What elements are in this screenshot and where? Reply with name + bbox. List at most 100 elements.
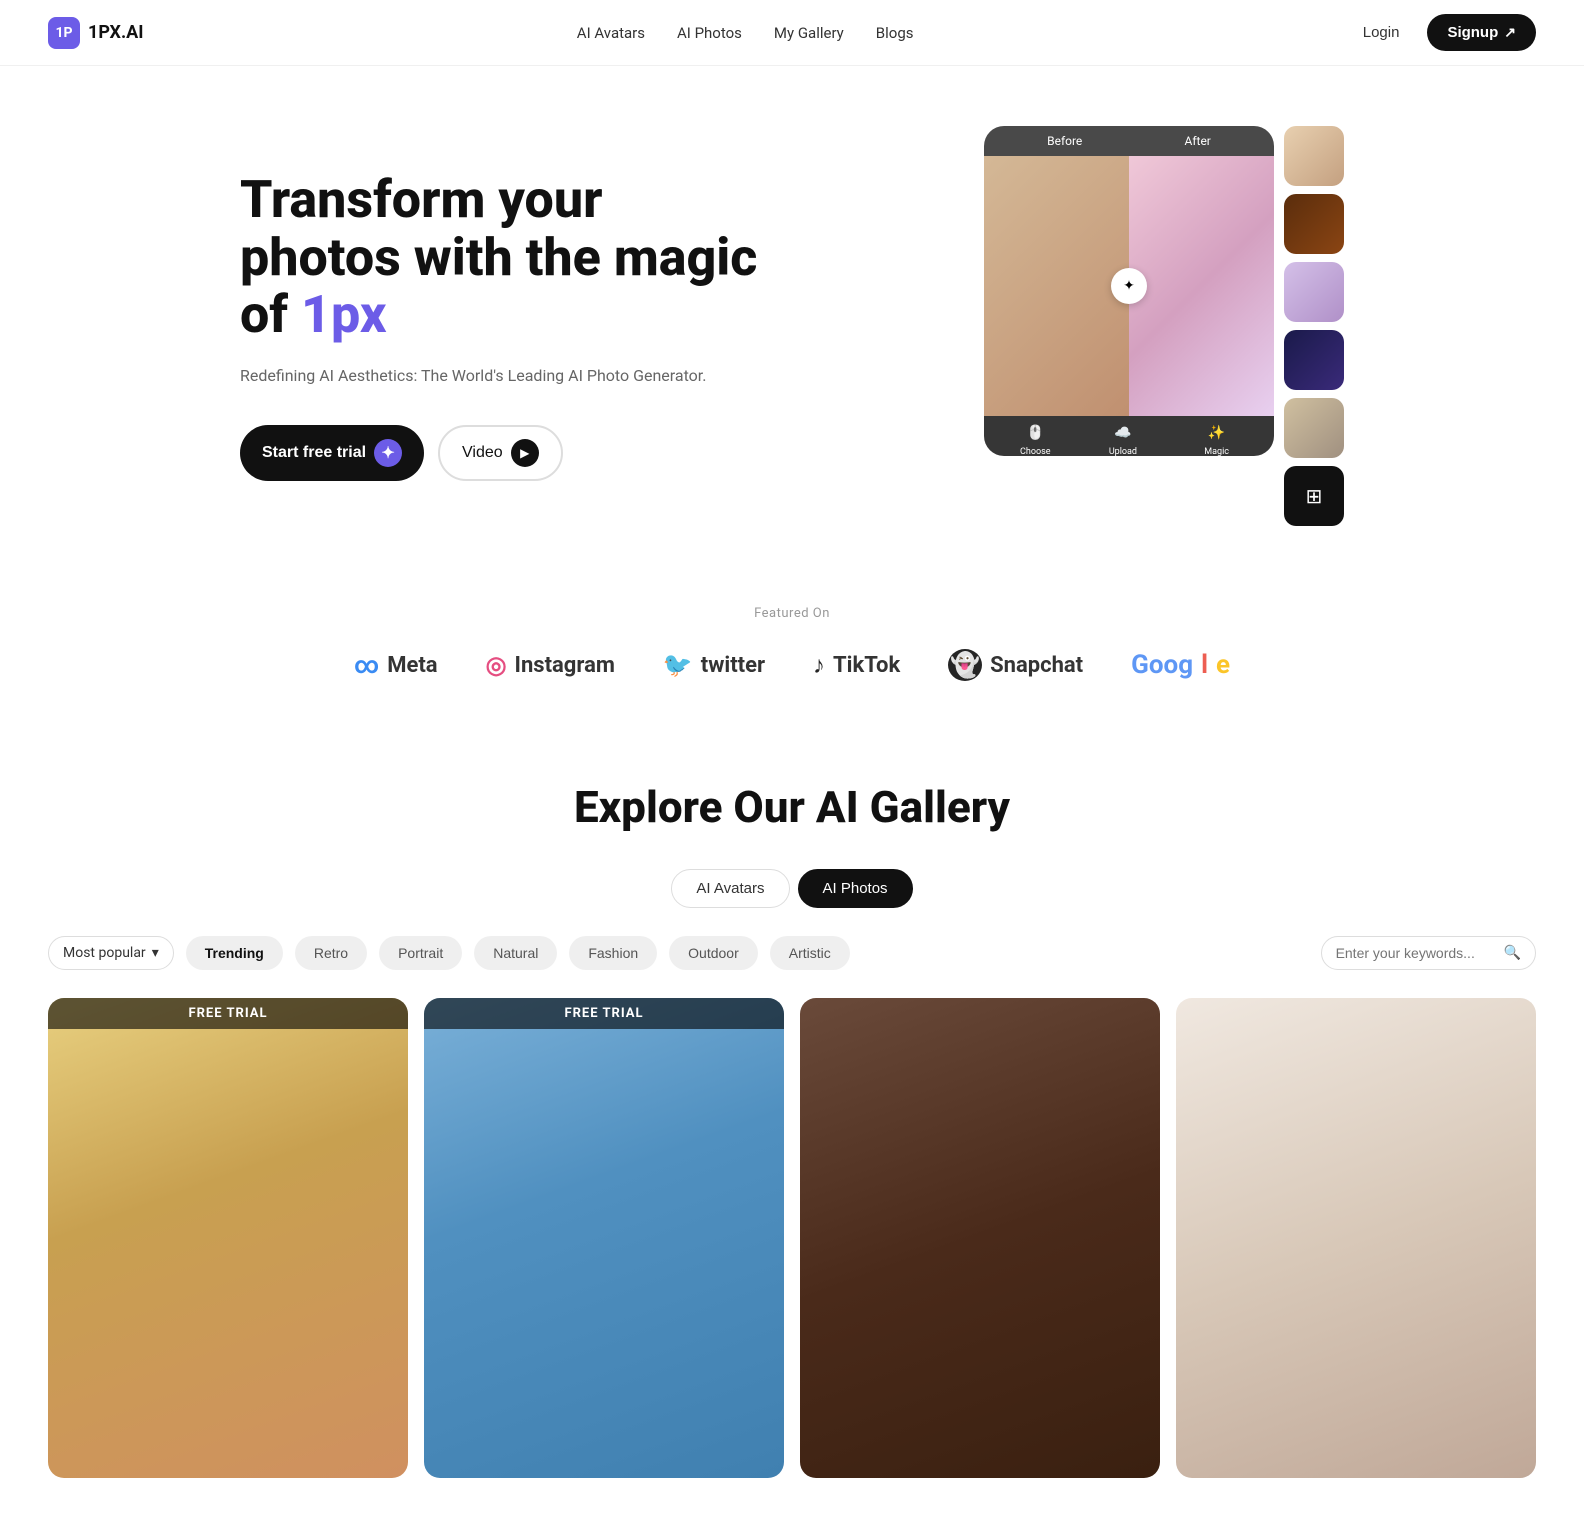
before-label: Before: [1047, 134, 1082, 148]
step-upload-photo: ☁️ Uploadyour photo: [1102, 424, 1145, 456]
split-left: [984, 156, 1129, 416]
brand-logos: ∞ Meta ◎ Instagram 🐦 twitter ♪ TikTok 👻 …: [48, 649, 1536, 681]
hero-main-card: Before After ✦ 🖱️ Choosea theme ☁️ Uploa…: [984, 126, 1274, 456]
gallery-tabs: AI Avatars AI Photos: [48, 869, 1536, 908]
steps-bar: 🖱️ Choosea theme ☁️ Uploadyour photo ✨ M…: [984, 416, 1274, 456]
meta-label: Meta: [387, 653, 437, 678]
free-trial-badge-2: FREE TRIAL: [424, 998, 784, 1029]
theme-icon: 🖱️: [1019, 424, 1051, 444]
filter-artistic[interactable]: Artistic: [770, 936, 850, 970]
video-button[interactable]: Video ▶: [438, 425, 563, 481]
thumbnail-4[interactable]: [1284, 330, 1344, 390]
brand-tiktok: ♪ TikTok: [813, 651, 900, 680]
gallery-section: Explore Our AI Gallery AI Avatars AI Pho…: [0, 721, 1584, 1518]
brand-twitter: 🐦 twitter: [663, 651, 765, 679]
search-input[interactable]: [1336, 945, 1496, 961]
start-free-trial-button[interactable]: Start free trial ✦: [240, 425, 424, 481]
signup-arrow-icon: ↗: [1504, 24, 1516, 41]
brand-snapchat: 👻 Snapchat: [948, 649, 1083, 681]
navbar: 1P 1PX.AI AI Avatars AI Photos My Galler…: [0, 0, 1584, 66]
gallery-search[interactable]: 🔍: [1321, 936, 1536, 970]
hero-title-highlight: 1px: [301, 284, 387, 345]
gallery-grid: FREE TRIAL FREE TRIAL: [48, 998, 1536, 1478]
thumbnail-1[interactable]: [1284, 126, 1344, 186]
nav-link-gallery[interactable]: My Gallery: [774, 24, 844, 42]
snapchat-label: Snapchat: [990, 653, 1083, 678]
gallery-title: Explore Our AI Gallery: [48, 781, 1536, 833]
hero-section: Transform your photos with the magic of …: [192, 66, 1392, 566]
instagram-label: Instagram: [515, 653, 615, 678]
filter-trending[interactable]: Trending: [186, 936, 283, 970]
split-right: [1129, 156, 1274, 416]
google-label-3: e: [1216, 650, 1230, 680]
magic-button[interactable]: ✦: [1111, 268, 1147, 304]
step-choose-theme: 🖱️ Choosea theme: [1019, 424, 1051, 456]
filter-fashion[interactable]: Fashion: [569, 936, 657, 970]
magic-icon: ✨: [1194, 424, 1239, 444]
nav-links: AI Avatars AI Photos My Gallery Blogs: [577, 24, 914, 42]
play-icon: ▶: [511, 439, 539, 467]
signup-label: Signup: [1447, 24, 1498, 41]
hero-visual: Before After ✦ 🖱️ Choosea theme ☁️ Uploa…: [760, 126, 1344, 526]
gallery-card-2[interactable]: FREE TRIAL: [424, 998, 784, 1478]
most-popular-label: Most popular: [63, 945, 146, 961]
gallery-card-3[interactable]: [800, 998, 1160, 1478]
after-label: After: [1185, 134, 1211, 148]
nav-logo[interactable]: 1P 1PX.AI: [48, 17, 144, 49]
gallery-card-4[interactable]: [1176, 998, 1536, 1478]
thumbnail-2[interactable]: [1284, 194, 1344, 254]
nav-actions: Login Signup ↗: [1347, 14, 1536, 51]
featured-label: Featured On: [48, 606, 1536, 621]
hero-actions: Start free trial ✦ Video ▶: [240, 425, 760, 481]
hero-title: Transform your photos with the magic of …: [240, 171, 760, 343]
step-label-1: Choosea theme: [1019, 446, 1051, 456]
trial-label: Start free trial: [262, 444, 366, 462]
hero-subtitle: Redefining AI Aesthetics: The World's Le…: [240, 363, 760, 389]
nav-link-blogs[interactable]: Blogs: [876, 24, 914, 42]
gallery-card-1[interactable]: FREE TRIAL: [48, 998, 408, 1478]
step-magic-progress: ✨ Magicin progress: [1194, 424, 1239, 456]
hero-thumbnails: ⊞: [1284, 126, 1344, 526]
brand-google: Google: [1131, 650, 1230, 680]
thumbnail-3[interactable]: [1284, 262, 1344, 322]
filter-outdoor[interactable]: Outdoor: [669, 936, 758, 970]
instagram-icon: ◎: [486, 651, 507, 679]
before-after-bar: Before After: [984, 126, 1274, 156]
brand-instagram: ◎ Instagram: [486, 651, 615, 679]
login-button[interactable]: Login: [1347, 16, 1416, 49]
google-label: Goog: [1131, 650, 1193, 680]
tiktok-label: TikTok: [833, 653, 900, 678]
filter-portrait[interactable]: Portrait: [379, 936, 462, 970]
hero-photo-container: ✦: [984, 156, 1274, 416]
nav-link-photos[interactable]: AI Photos: [677, 24, 742, 42]
snapchat-icon: 👻: [948, 649, 982, 681]
chevron-down-icon: ▾: [152, 945, 159, 961]
featured-section: Featured On ∞ Meta ◎ Instagram 🐦 twitter…: [0, 566, 1584, 721]
free-trial-badge-1: FREE TRIAL: [48, 998, 408, 1029]
hero-text: Transform your photos with the magic of …: [240, 171, 760, 480]
logo-text: 1PX.AI: [88, 22, 144, 43]
filter-bar: Most popular ▾ Trending Retro Portrait N…: [48, 936, 1536, 970]
google-label-2: l: [1201, 650, 1208, 680]
tiktok-icon: ♪: [813, 651, 825, 680]
upload-icon: ☁️: [1102, 424, 1145, 444]
signup-button[interactable]: Signup ↗: [1427, 14, 1536, 51]
tab-ai-avatars[interactable]: AI Avatars: [671, 869, 789, 908]
twitter-label: twitter: [701, 653, 765, 678]
thumbnail-5[interactable]: [1284, 398, 1344, 458]
search-icon: 🔍: [1504, 945, 1521, 961]
filter-retro[interactable]: Retro: [295, 936, 367, 970]
trial-icon: ✦: [374, 439, 402, 467]
tab-ai-photos[interactable]: AI Photos: [798, 869, 913, 908]
nav-link-avatars[interactable]: AI Avatars: [577, 24, 645, 42]
twitter-icon: 🐦: [663, 651, 693, 679]
most-popular-filter[interactable]: Most popular ▾: [48, 936, 174, 970]
step-label-3: Magicin progress: [1194, 446, 1239, 456]
step-label-2: Uploadyour photo: [1102, 446, 1145, 456]
meta-icon: ∞: [354, 651, 379, 679]
brand-meta: ∞ Meta: [354, 651, 438, 679]
logo-icon: 1P: [48, 17, 80, 49]
filter-natural[interactable]: Natural: [474, 936, 557, 970]
grid-icon[interactable]: ⊞: [1284, 466, 1344, 526]
video-label: Video: [462, 444, 503, 462]
